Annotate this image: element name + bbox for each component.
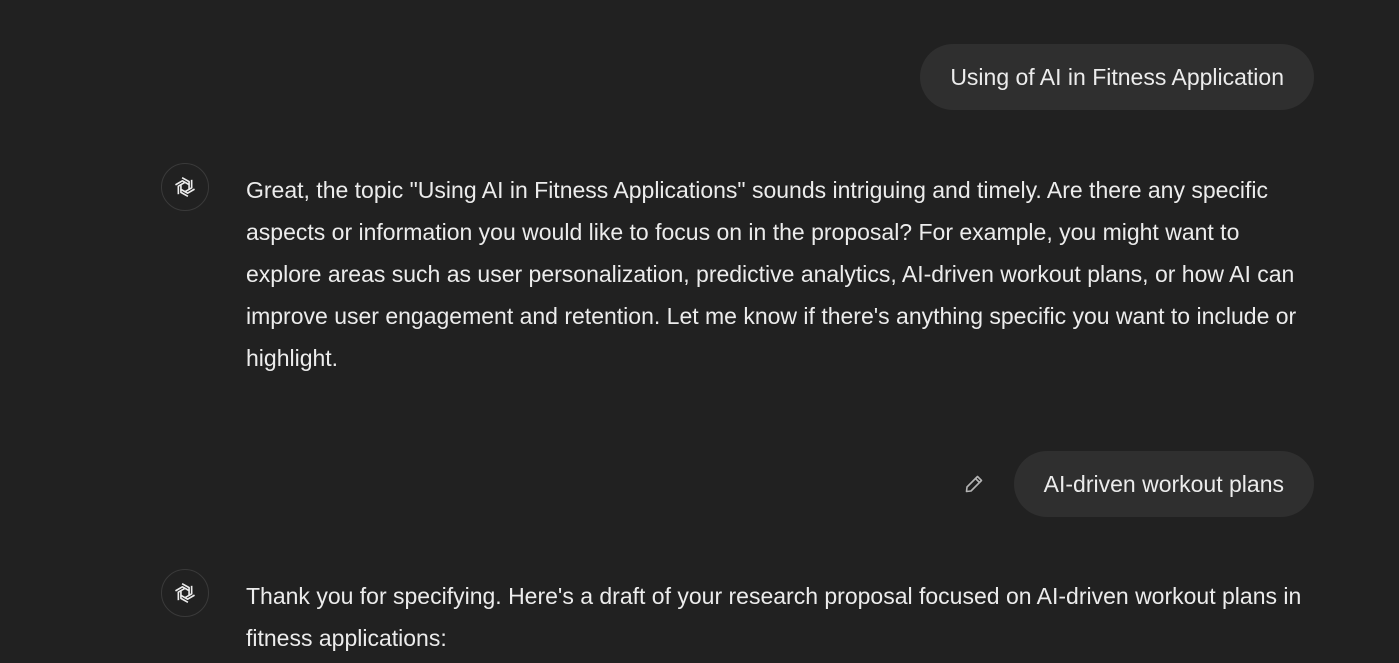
pencil-icon[interactable] (954, 464, 994, 504)
user-message-bubble: Using of AI in Fitness Application (920, 44, 1314, 110)
openai-logo-icon (161, 569, 209, 617)
openai-logo-icon (161, 163, 209, 211)
user-message-row: Using of AI in Fitness Application (920, 44, 1314, 110)
user-message-bubble: AI-driven workout plans (1013, 451, 1314, 517)
assistant-message: Thank you for specifying. Here's a draft… (161, 569, 1321, 659)
assistant-message: Great, the topic "Using AI in Fitness Ap… (161, 163, 1321, 379)
assistant-message-text: Great, the topic "Using AI in Fitness Ap… (246, 177, 1297, 371)
assistant-message-text: Thank you for specifying. Here's a draft… (246, 583, 1302, 651)
user-message-row: AI-driven workout plans (954, 451, 1314, 517)
